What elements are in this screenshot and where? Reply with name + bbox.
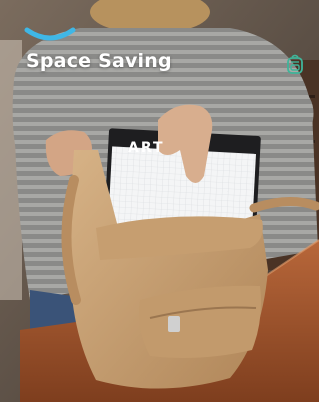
brand-text: ART bbox=[128, 140, 165, 156]
headline: Space Saving bbox=[26, 50, 172, 72]
backpack-icon bbox=[287, 54, 303, 74]
product-image-frame: Space Saving ART bbox=[0, 0, 319, 402]
arc-accent-icon bbox=[24, 27, 76, 41]
